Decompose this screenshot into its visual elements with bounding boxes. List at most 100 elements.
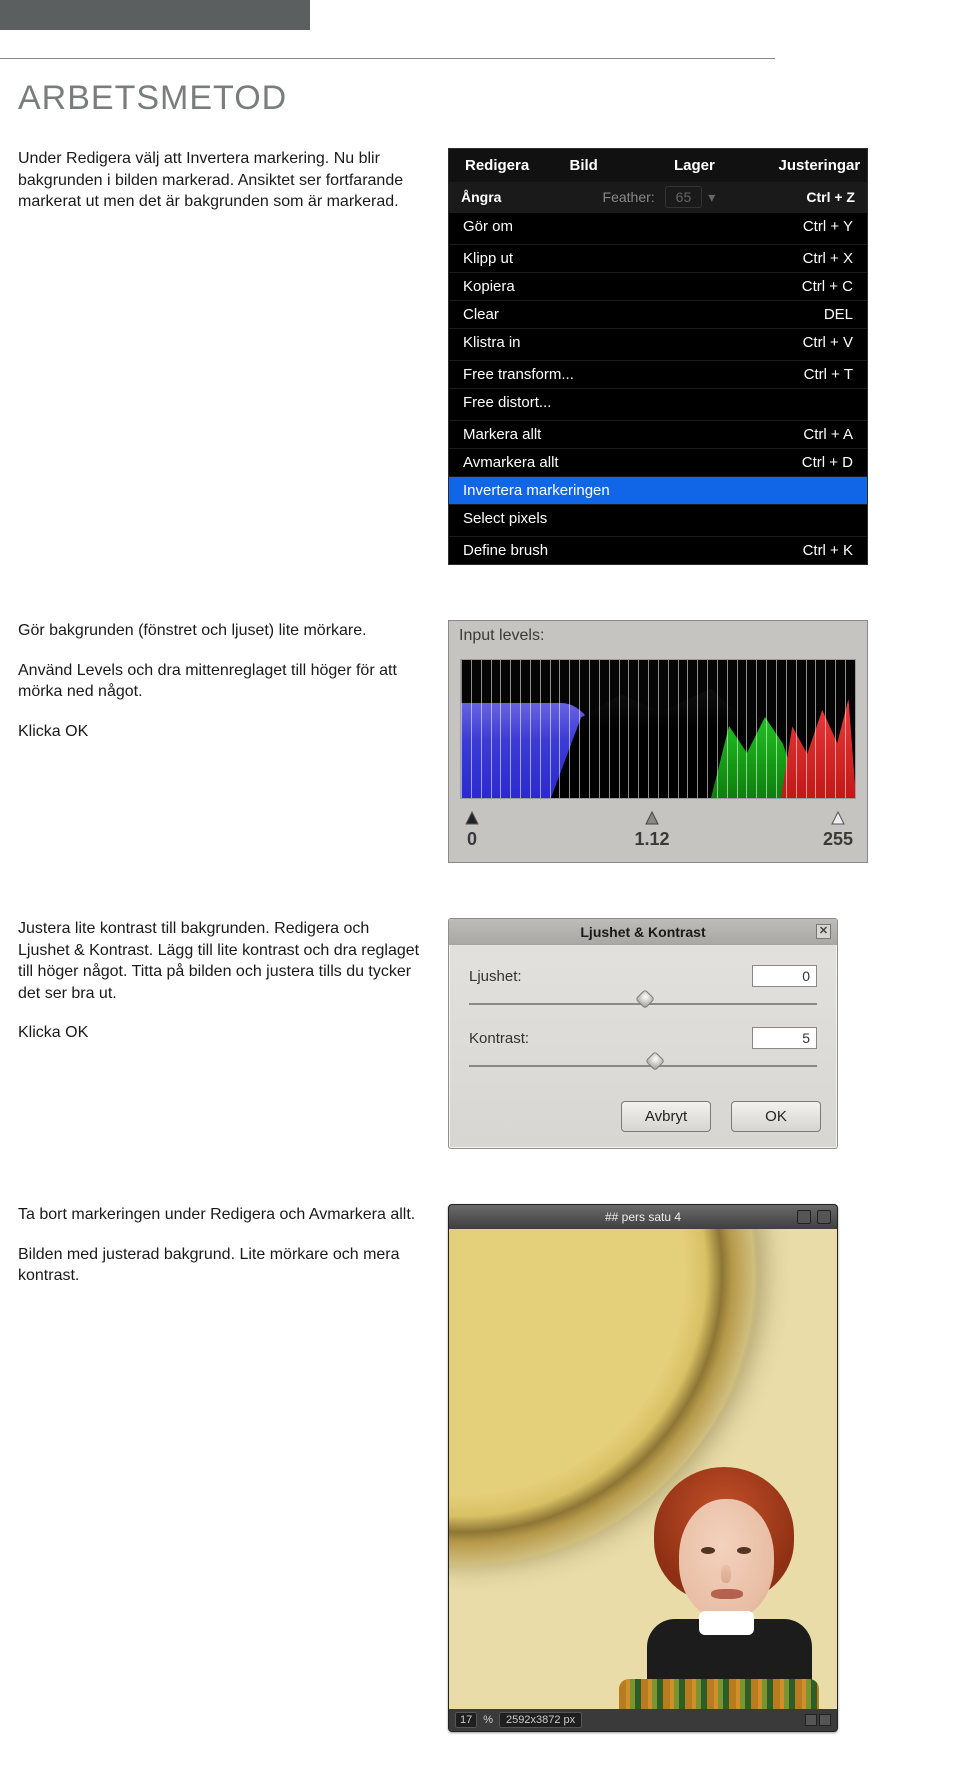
levels-black-point[interactable]: 0 [463, 809, 481, 850]
kb: DEL [824, 306, 853, 323]
kontrast-slider[interactable] [469, 1059, 817, 1073]
menu-item-select-pixels[interactable]: Select pixels [449, 504, 867, 532]
menu-item-define-brush[interactable]: Define brush Ctrl + K [449, 536, 867, 564]
ljushet-slider[interactable] [469, 997, 817, 1011]
ljushet-row: Ljushet: 0 [469, 965, 817, 987]
levels-white-point[interactable]: 255 [823, 809, 853, 850]
menu-item-free-transform[interactable]: Free transform... Ctrl + T [449, 360, 867, 388]
close-icon[interactable]: ✕ [816, 924, 831, 939]
step-1-text: Under Redigera välj att Invertera marker… [18, 148, 448, 231]
step-3-text: Justera lite kontrast till bakgrunden. R… [18, 918, 448, 1062]
kb: Ctrl + X [803, 250, 853, 267]
zoom-unit: % [483, 1714, 493, 1726]
step-2: Gör bakgrunden (fönstret och ljuset) lit… [18, 620, 925, 863]
image-window-title: ## pers satu 4 [605, 1210, 681, 1224]
label: Define brush [463, 542, 548, 559]
kontrast-input[interactable]: 5 [752, 1027, 817, 1049]
cancel-button[interactable]: Avbryt [621, 1101, 711, 1132]
result-photo-figure: ## pers satu 4 [448, 1204, 838, 1732]
label: Free transform... [463, 366, 574, 383]
step-4: Ta bort markeringen under Redigera och A… [18, 1204, 925, 1732]
menu-item-gor-om[interactable]: Gör om Ctrl + Y [449, 212, 867, 240]
menu-item-clear[interactable]: Clear DEL [449, 300, 867, 328]
label: Free distort... [463, 394, 551, 411]
paragraph: Under Redigera välj att Invertera marker… [18, 148, 423, 213]
menu-item-kopiera[interactable]: Kopiera Ctrl + C [449, 272, 867, 300]
person-illustration [609, 1449, 819, 1709]
image-window-titlebar: ## pers satu 4 [449, 1205, 837, 1229]
paragraph: Ta bort markeringen under Redigera och A… [18, 1204, 423, 1226]
top-banner [0, 0, 310, 30]
menu-header-lager[interactable]: Lager [658, 149, 763, 182]
section-heading: ARBETSMETOD [18, 79, 960, 118]
label: Klistra in [463, 334, 521, 351]
menu-item-angra[interactable]: Ångra [461, 189, 501, 205]
image-window-statusbar: 17 % 2592x3872 px [449, 1709, 837, 1731]
levels-mid: 1.12 [634, 829, 669, 850]
histogram-figure: Input levels: [448, 620, 868, 863]
scrollbar-icons[interactable] [805, 1714, 831, 1726]
levels-min: 0 [467, 829, 477, 850]
levels-panel: Input levels: [448, 620, 868, 863]
kb: Ctrl + T [804, 366, 853, 383]
content: Under Redigera välj att Invertera marker… [0, 148, 925, 1732]
menu-item-free-distort[interactable]: Free distort... [449, 388, 867, 416]
divider [0, 58, 775, 59]
feather-row: Ångra Feather: 65 ▾ Ctrl + Z [449, 182, 867, 212]
ljushet-label: Ljushet: [469, 968, 559, 985]
levels-max: 255 [823, 829, 853, 850]
menu-item-klipp-ut[interactable]: Klipp ut Ctrl + X [449, 244, 867, 272]
image-dimensions: 2592x3872 px [499, 1712, 582, 1728]
label: Kopiera [463, 278, 515, 295]
paragraph: Bilden med justerad bakgrund. Lite mörka… [18, 1244, 423, 1287]
menu-item-klistra-in[interactable]: Klistra in Ctrl + V [449, 328, 867, 356]
ljushet-input[interactable]: 0 [752, 965, 817, 987]
menu-header-justeringar[interactable]: Justeringar [763, 149, 868, 182]
step-4-text: Ta bort markeringen under Redigera och A… [18, 1204, 448, 1305]
context-menu-figure: Redigera Bild Lager Justeringar Ångra Fe… [448, 148, 868, 565]
label: Select pixels [463, 510, 547, 527]
levels-midtone[interactable]: 1.12 [634, 809, 669, 850]
label: Markera allt [463, 426, 541, 443]
dialog-title: Ljushet & Kontrast [580, 924, 705, 940]
histogram-spikes [461, 660, 855, 798]
brightness-contrast-dialog: Ljushet & Kontrast ✕ Ljushet: 0 [448, 918, 838, 1149]
kb: Ctrl + K [803, 542, 853, 559]
label: Invertera markeringen [463, 482, 610, 499]
image-canvas [449, 1229, 837, 1709]
ok-button[interactable]: OK [731, 1101, 821, 1132]
histogram-plot [460, 659, 856, 799]
menu-item-markera-allt[interactable]: Markera allt Ctrl + A [449, 420, 867, 448]
slider-handle-icon [643, 809, 661, 827]
edit-menu: Redigera Bild Lager Justeringar Ångra Fe… [448, 148, 868, 565]
paragraph: Justera lite kontrast till bakgrunden. R… [18, 918, 423, 1004]
menu-header: Redigera Bild Lager Justeringar [449, 149, 867, 182]
label: Clear [463, 306, 499, 323]
chevron-down-icon[interactable]: ▾ [708, 189, 715, 206]
menu-header-redigera[interactable]: Redigera [449, 149, 554, 182]
label: Avmarkera allt [463, 454, 559, 471]
menu-header-bild[interactable]: Bild [554, 149, 659, 182]
kb-angra: Ctrl + Z [806, 189, 855, 205]
slider-handle-icon [463, 809, 481, 827]
minimize-icon[interactable] [797, 1210, 811, 1224]
label: Klipp ut [463, 250, 513, 267]
kb: Ctrl + C [802, 278, 853, 295]
kb: Ctrl + V [803, 334, 853, 351]
dialog-actions: Avbryt OK [449, 1093, 837, 1148]
brightness-contrast-figure: Ljushet & Kontrast ✕ Ljushet: 0 [448, 918, 838, 1149]
close-icon[interactable] [817, 1210, 831, 1224]
menu-item-avmarkera-allt[interactable]: Avmarkera allt Ctrl + D [449, 448, 867, 476]
feather-value[interactable]: 65 [665, 186, 703, 208]
menu-item-invertera-markeringen[interactable]: Invertera markeringen [449, 476, 867, 504]
dialog-titlebar: Ljushet & Kontrast ✕ [449, 919, 837, 945]
paragraph: Gör bakgrunden (fönstret och ljuset) lit… [18, 620, 423, 642]
input-levels-label: Input levels: [449, 621, 867, 659]
kontrast-label: Kontrast: [469, 1030, 559, 1047]
feather-label: Feather: [603, 189, 655, 205]
kb: Ctrl + Y [803, 218, 853, 235]
zoom-value[interactable]: 17 [455, 1712, 477, 1728]
paragraph: Klicka OK [18, 721, 423, 743]
histogram-axis: 0 1.12 255 [449, 799, 867, 862]
kb: Ctrl + D [802, 454, 853, 471]
